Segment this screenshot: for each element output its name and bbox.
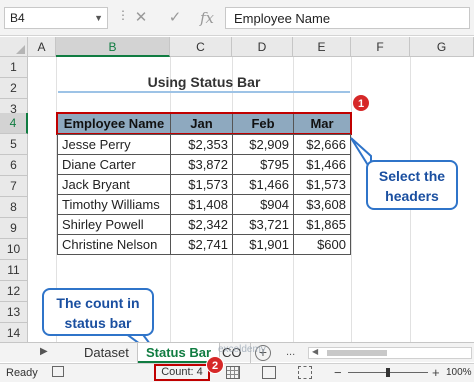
header-cell-jan[interactable]: Jan	[170, 113, 233, 134]
table-cell-mar[interactable]: $3,608	[293, 194, 351, 215]
row-header-4[interactable]: 4	[0, 113, 28, 134]
status-count[interactable]: Count: 4	[154, 364, 210, 381]
scroll-left-icon[interactable]: ◀	[312, 347, 318, 356]
table-cell-mar[interactable]: $1,573	[293, 174, 351, 195]
row-header-6[interactable]: 6	[0, 155, 28, 176]
header-cell-feb[interactable]: Feb	[232, 113, 294, 134]
table-cell-mar[interactable]: $1,865	[293, 214, 351, 235]
sheet-title: Using Status Bar	[58, 71, 350, 93]
more-sheets-icon[interactable]: ...	[286, 346, 295, 358]
row-header-8[interactable]: 8	[0, 197, 28, 218]
table-cell-jan[interactable]: $3,872	[170, 154, 233, 175]
macro-record-icon[interactable]	[52, 366, 64, 377]
column-header-g[interactable]: G	[410, 37, 474, 57]
header-cell-mar[interactable]: Mar	[293, 113, 351, 134]
formula-input[interactable]: Employee Name	[225, 7, 470, 29]
watermark: exceldemy	[218, 344, 266, 355]
zoom-slider-thumb[interactable]	[386, 368, 390, 377]
page-layout-icon[interactable]	[262, 366, 276, 379]
table-cell-jan[interactable]: $1,408	[170, 194, 233, 215]
table-cell-feb[interactable]: $1,901	[232, 234, 294, 255]
name-box[interactable]: B4 ▼	[4, 7, 108, 29]
name-box-value: B4	[10, 11, 25, 25]
table-cell-jan[interactable]: $2,342	[170, 214, 233, 235]
callout-line: Select the	[378, 168, 446, 184]
tab-dataset[interactable]: Dataset	[76, 343, 138, 363]
table-cell-jan[interactable]: $2,741	[170, 234, 233, 255]
zoom-level[interactable]: 100%	[446, 367, 472, 378]
table-cell-feb[interactable]: $3,721	[232, 214, 294, 235]
row-header-2[interactable]: 2	[0, 78, 28, 99]
table-cell-name[interactable]: Diane Carter	[57, 154, 171, 175]
table-cell-mar[interactable]: $600	[293, 234, 351, 255]
table-cell-jan[interactable]: $1,573	[170, 174, 233, 195]
horizontal-scrollbar[interactable]: ◀	[308, 347, 472, 359]
table-cell-feb[interactable]: $2,909	[232, 134, 294, 155]
table-cell-name[interactable]: Shirley Powell	[57, 214, 171, 235]
callout-line: headers	[385, 188, 439, 204]
table-cell-mar[interactable]: $2,666	[293, 134, 351, 155]
column-header-a[interactable]: A	[28, 37, 56, 57]
select-all-button[interactable]	[0, 37, 28, 57]
status-ready: Ready	[6, 367, 38, 379]
column-header-b[interactable]: B	[56, 37, 170, 57]
column-header-d[interactable]: D	[232, 37, 293, 57]
table-cell-name[interactable]: Christine Nelson	[57, 234, 171, 255]
row-header-9[interactable]: 9	[0, 218, 28, 239]
row-header-14[interactable]: 14	[0, 323, 28, 344]
enter-icon[interactable]: ✓	[162, 7, 188, 29]
table-cell-feb[interactable]: $1,466	[232, 174, 294, 195]
cancel-icon[interactable]: ✕	[128, 7, 154, 29]
column-header-c[interactable]: C	[170, 37, 232, 57]
step-badge-1: 1	[352, 94, 370, 112]
column-header-f[interactable]: F	[351, 37, 410, 57]
chevron-down-icon[interactable]: ▼	[94, 13, 103, 23]
page-break-preview-icon[interactable]	[298, 366, 312, 379]
callout-line: The count in	[56, 295, 140, 311]
status-bar: Ready Count: 4 2 − + 100%	[0, 356, 474, 382]
insert-function-icon[interactable]: fx	[194, 7, 220, 29]
row-header-10[interactable]: 10	[0, 239, 28, 260]
scrollbar-thumb[interactable]	[327, 350, 387, 356]
row-header-5[interactable]: 5	[0, 134, 28, 155]
row-header-1[interactable]: 1	[0, 57, 28, 78]
table-cell-feb[interactable]: $904	[232, 194, 294, 215]
column-header-e[interactable]: E	[293, 37, 351, 57]
select-headers-callout: Select the headers	[366, 160, 458, 210]
header-cell-employee-name[interactable]: Employee Name	[57, 113, 171, 134]
row-header-11[interactable]: 11	[0, 260, 28, 281]
table-cell-jan[interactable]: $2,353	[170, 134, 233, 155]
callout-line: status bar	[64, 315, 132, 331]
normal-view-icon[interactable]	[226, 366, 240, 379]
scroll-tabs-icon[interactable]: ▶	[40, 346, 48, 357]
table-cell-mar[interactable]: $1,466	[293, 154, 351, 175]
status-count-callout: The count in status bar	[42, 288, 154, 336]
zoom-in-icon[interactable]: +	[432, 365, 440, 380]
row-header-7[interactable]: 7	[0, 176, 28, 197]
row-header-13[interactable]: 13	[0, 302, 28, 323]
table-cell-name[interactable]: Jesse Perry	[57, 134, 171, 155]
table-cell-feb[interactable]: $795	[232, 154, 294, 175]
table-cell-name[interactable]: Jack Bryant	[57, 174, 171, 195]
step-badge-2: 2	[206, 356, 224, 374]
zoom-out-icon[interactable]: −	[334, 365, 342, 380]
table-cell-name[interactable]: Timothy Williams	[57, 194, 171, 215]
row-header-12[interactable]: 12	[0, 281, 28, 302]
formula-bar: B4 ▼ ⋮ ✕ ✓ fx Employee Name	[0, 0, 474, 36]
